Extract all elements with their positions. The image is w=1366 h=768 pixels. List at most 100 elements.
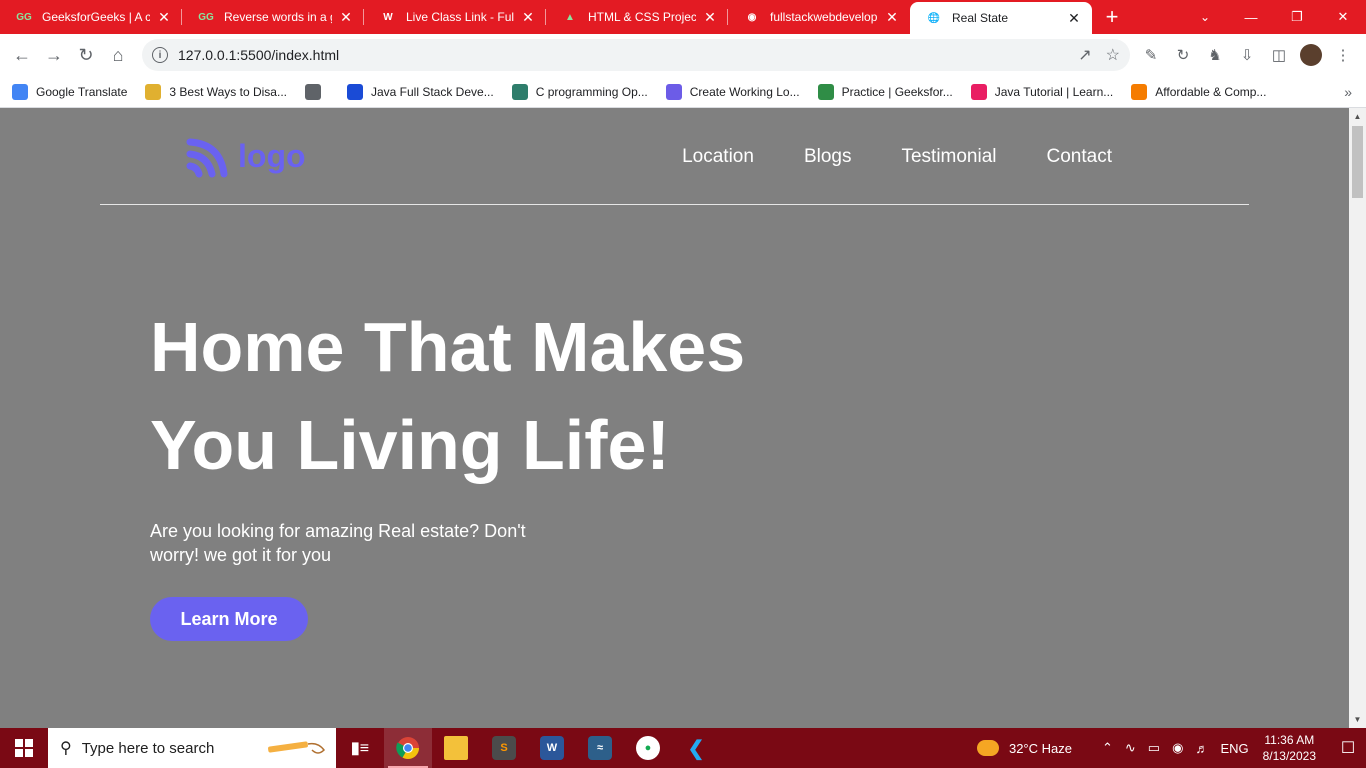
address-url[interactable]: 127.0.0.1:5500/index.html xyxy=(178,47,339,63)
google-translate-icon xyxy=(12,83,28,100)
bookmark-label: Java Tutorial | Learn... xyxy=(994,84,1114,99)
address-bar[interactable]: i 127.0.0.1:5500/index.html ↗ ☆ xyxy=(142,39,1130,71)
bookmark-item[interactable] xyxy=(304,83,329,100)
forward-icon[interactable]: → xyxy=(38,39,70,71)
meet-now-icon[interactable]: ◉ xyxy=(1172,740,1183,756)
bookmark-item[interactable]: Practice | Geeksfor... xyxy=(817,83,953,100)
learn-more-button[interactable]: Learn More xyxy=(150,597,308,641)
vscode-icon[interactable]: ❮ xyxy=(672,728,720,768)
sublime-text-icon[interactable]: S xyxy=(480,728,528,768)
tab-list: GG GeeksforGeeks | A computer science por… xyxy=(0,0,1092,34)
notification-icon[interactable]: ☐ xyxy=(1330,738,1366,758)
more-bookmarks-icon[interactable]: » xyxy=(1344,76,1352,108)
reload-icon[interactable]: ↻ xyxy=(70,39,102,71)
bookmark-item[interactable]: Create Working Lo... xyxy=(665,83,800,100)
wifi-icon[interactable]: ∿ xyxy=(1125,740,1136,756)
globe-icon: 🌐 xyxy=(927,12,941,24)
task-view-icon[interactable]: ▮≡ xyxy=(336,728,384,768)
hero-subtitle: Are you looking for amazing Real estate?… xyxy=(150,521,526,565)
show-hidden-icons-icon[interactable]: ⌃ xyxy=(1102,740,1113,756)
globe-orange-icon xyxy=(1131,83,1148,100)
tab-close-icon[interactable]: ✕ xyxy=(520,9,536,26)
bookmark-item[interactable]: C programming Op... xyxy=(511,83,648,100)
scroll-up-icon[interactable]: ▲ xyxy=(1349,108,1366,125)
file-explorer-icon[interactable] xyxy=(432,728,480,768)
language-indicator[interactable]: ENG xyxy=(1220,741,1248,756)
cube-icon xyxy=(970,83,987,100)
tab-close-icon[interactable]: ✕ xyxy=(156,9,172,26)
nav-link-contact[interactable]: Contact xyxy=(1047,146,1112,168)
battery-icon[interactable]: ▭ xyxy=(1148,740,1160,756)
new-tab-button[interactable]: + xyxy=(1092,0,1132,34)
browser-tab[interactable]: ◉ fullstackwebdevelopment ✕ xyxy=(728,0,910,34)
extensions-puzzle-icon[interactable]: ♞ xyxy=(1204,44,1226,66)
mysql-workbench-icon[interactable]: ≈ xyxy=(576,728,624,768)
sync-extension-icon[interactable]: ↻ xyxy=(1172,44,1194,66)
bookmark-list: Google Translate 3 Best Ways to Disa... Ja… xyxy=(12,83,1284,100)
tab-title: Reverse words in a given string xyxy=(224,10,332,24)
word-icon[interactable]: W xyxy=(528,728,576,768)
tab-search-icon[interactable]: ⌄ xyxy=(1190,0,1220,34)
taskbar-clock[interactable]: 11:36 AM 8/13/2023 xyxy=(1263,732,1316,764)
bookmark-item[interactable]: Google Translate xyxy=(12,83,127,100)
eyedropper-extension-icon[interactable]: ✎ xyxy=(1140,44,1162,66)
system-tray: 32°C Haze ⌃ ∿ ▭ ◉ ♬ ENG 11:36 AM 8/13/20… xyxy=(976,728,1366,768)
nav-link-testimonial[interactable]: Testimonial xyxy=(901,146,996,168)
site-info-icon[interactable]: i xyxy=(152,47,168,63)
tab-close-icon[interactable]: ✕ xyxy=(702,9,718,26)
restore-icon[interactable]: ❐ xyxy=(1274,0,1320,34)
browser-tab[interactable]: GG GeeksforGeeks | A computer science por… xyxy=(0,0,182,34)
tab-close-icon[interactable]: ✕ xyxy=(884,9,900,26)
bookmark-item[interactable]: Java Tutorial | Learn... xyxy=(970,83,1114,100)
site-logo[interactable]: logo xyxy=(186,134,306,178)
browser-toolbar: ← → ↻ ⌂ i 127.0.0.1:5500/index.html ↗ ☆ … xyxy=(0,34,1366,76)
weather-widget[interactable]: 32°C Haze xyxy=(976,740,1072,756)
windows-start-button[interactable] xyxy=(0,728,48,768)
extensions-area: ✎ ↻ ♞ ⇩ ◫ ⋮ xyxy=(1140,34,1354,76)
tab-title: Live Class Link - Full Stack xyxy=(406,10,514,24)
search-highlight-pencil-icon xyxy=(268,741,325,754)
bookmark-label: C programming Op... xyxy=(535,84,648,99)
google-drive-icon: ▲ xyxy=(565,11,575,23)
volume-icon[interactable]: ♬ xyxy=(1195,741,1208,756)
tab-close-icon[interactable]: ✕ xyxy=(1066,10,1082,27)
bookmark-label: Java Full Stack Deve... xyxy=(370,84,494,99)
share-icon[interactable]: ↗ xyxy=(1078,45,1091,65)
main-nav: Location Blogs Testimonial Contact xyxy=(682,146,1112,168)
close-window-icon[interactable]: ✕ xyxy=(1320,0,1366,34)
bookmark-item[interactable]: Affordable & Comp... xyxy=(1131,83,1266,100)
chrome-icon[interactable] xyxy=(384,728,432,768)
scroll-down-icon[interactable]: ▼ xyxy=(1349,711,1366,728)
nav-link-location[interactable]: Location xyxy=(682,146,754,168)
profile-avatar[interactable] xyxy=(1300,44,1322,66)
geeksforgeeks-icon xyxy=(817,83,834,100)
avatar-icon xyxy=(145,83,162,100)
side-panel-icon[interactable]: ◫ xyxy=(1268,44,1290,66)
bookmark-star-icon[interactable]: ☆ xyxy=(1106,45,1120,65)
tab-close-icon[interactable]: ✕ xyxy=(338,9,354,26)
hero-title: Home That Makes You Living Life! xyxy=(150,298,850,494)
browser-tab[interactable]: ▲ HTML & CSS Project 6 ✕ xyxy=(546,0,728,34)
windows-logo-icon xyxy=(15,739,33,757)
nav-link-blogs[interactable]: Blogs xyxy=(804,146,852,168)
chrome-menu-icon[interactable]: ⋮ xyxy=(1332,44,1354,66)
bookmark-item[interactable]: 3 Best Ways to Disa... xyxy=(145,83,287,100)
home-icon[interactable]: ⌂ xyxy=(102,39,134,71)
browser-tab-strip: GG GeeksforGeeks | A computer science por… xyxy=(0,0,1366,34)
minimize-icon[interactable]: — xyxy=(1228,0,1274,34)
search-icon: ⚲ xyxy=(60,740,72,757)
taskbar-search-box[interactable]: ⚲ Type here to search xyxy=(48,728,336,768)
scrollbar-thumb[interactable] xyxy=(1352,126,1363,198)
globe-icon xyxy=(304,83,321,100)
browser-tab[interactable]: W Live Class Link - Full Stack ✕ xyxy=(364,0,546,34)
back-icon[interactable]: ← xyxy=(6,39,38,71)
page-scrollbar[interactable]: ▲ ▼ xyxy=(1349,108,1366,728)
download-icon[interactable]: ⇩ xyxy=(1236,44,1258,66)
mongodb-icon[interactable]: ● xyxy=(624,728,672,768)
site-header: logo Location Blogs Testimonial Contact xyxy=(100,108,1249,205)
weather-text: 32°C Haze xyxy=(1008,740,1072,756)
hex-icon xyxy=(665,83,682,100)
bookmark-item[interactable]: Java Full Stack Deve... xyxy=(346,83,494,100)
browser-tab[interactable]: GG Reverse words in a given string ✕ xyxy=(182,0,364,34)
browser-tab[interactable]: 🌐 Real State ✕ xyxy=(910,2,1092,34)
